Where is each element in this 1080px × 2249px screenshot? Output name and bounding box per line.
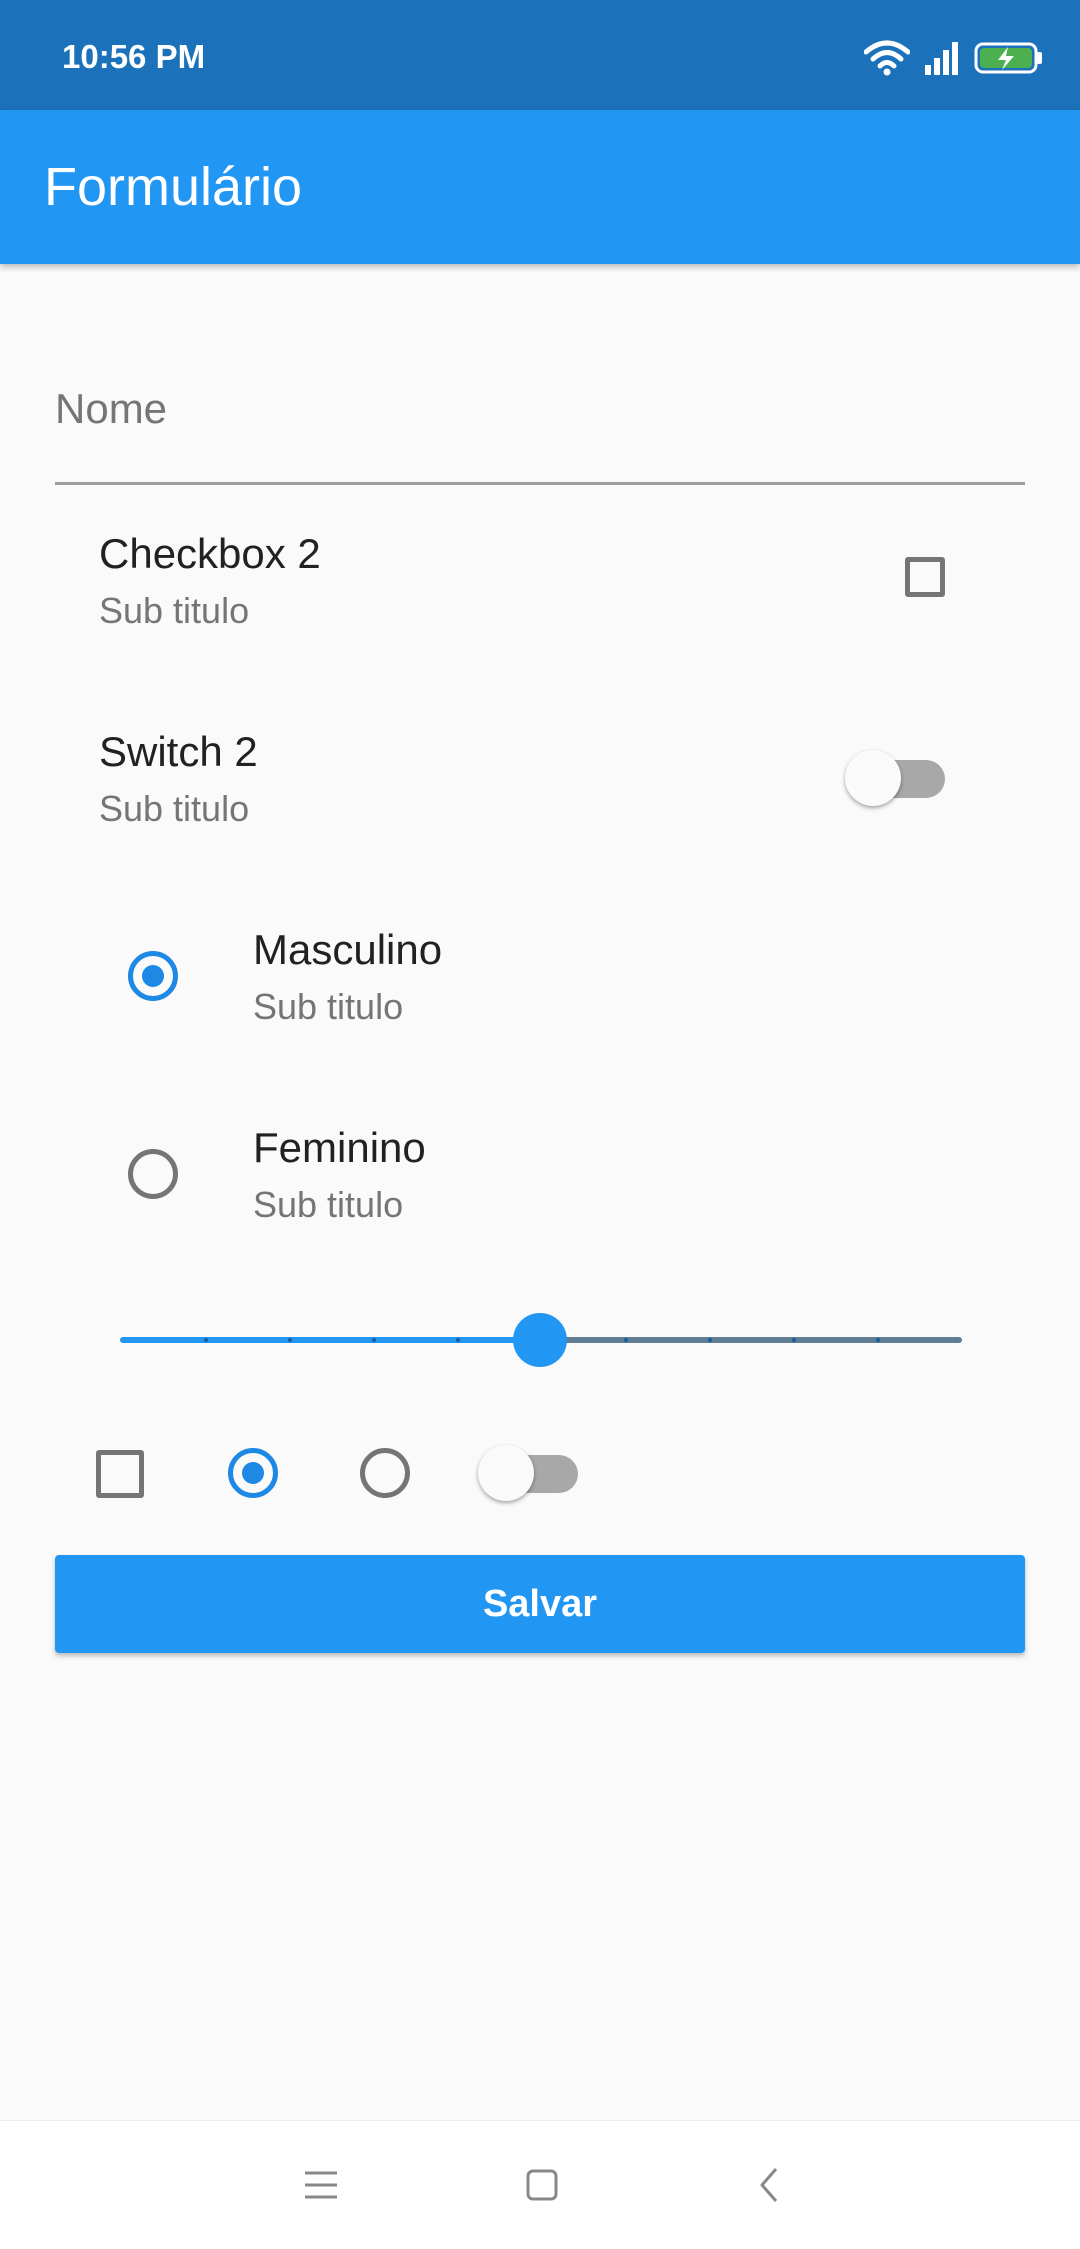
- checkbox-tile-subtitle: Sub titulo: [99, 590, 250, 631]
- switch-thumb: [845, 750, 901, 806]
- radio-feminino-subtitle: Sub titulo: [253, 1184, 404, 1225]
- slider-tick: [624, 1338, 628, 1342]
- switch-tile-subtitle: Sub titulo: [99, 788, 250, 829]
- slider-tick: [288, 1338, 292, 1342]
- inline-radio-unselected[interactable]: [360, 1448, 410, 1498]
- slider-tick: [792, 1338, 796, 1342]
- app-bar: Formulário: [0, 110, 1080, 264]
- save-button[interactable]: Salvar: [55, 1555, 1025, 1653]
- radio-list-tile-masculino[interactable]: Masculino Sub titulo: [0, 916, 1080, 1046]
- status-icons: [864, 36, 1044, 80]
- checkbox-list-tile[interactable]: Checkbox 2 Sub titulo: [0, 520, 1080, 650]
- checkbox-tile-title: Checkbox 2: [99, 530, 321, 577]
- status-time: 10:56 PM: [62, 38, 206, 75]
- slider-tick: [456, 1338, 460, 1342]
- signal-icon: [925, 42, 958, 75]
- slider-tick: [876, 1338, 880, 1342]
- inline-checkbox[interactable]: [96, 1450, 144, 1498]
- slider-tick: [708, 1338, 712, 1342]
- navigation-bar: [0, 2120, 1080, 2249]
- name-input[interactable]: [55, 374, 1025, 444]
- radio-list-tile-feminino[interactable]: Feminino Sub titulo: [0, 1114, 1080, 1244]
- switch-tile-title: Switch 2: [99, 728, 258, 775]
- radio-feminino[interactable]: [128, 1149, 178, 1199]
- wifi-icon: [864, 40, 910, 76]
- slider-tick: [372, 1338, 376, 1342]
- menu-icon[interactable]: [291, 2155, 351, 2215]
- battery-charging-icon: [974, 42, 1042, 74]
- switch-thumb: [478, 1445, 534, 1501]
- radio-masculino[interactable]: [128, 951, 178, 1001]
- radio-feminino-title: Feminino: [253, 1124, 426, 1171]
- checkbox-2[interactable]: [905, 557, 945, 597]
- slider-thumb[interactable]: [513, 1313, 567, 1367]
- back-icon[interactable]: [740, 2155, 800, 2215]
- radio-masculino-subtitle: Sub titulo: [253, 986, 404, 1027]
- switch-list-tile[interactable]: Switch 2 Sub titulo: [0, 718, 1080, 848]
- radio-masculino-title: Masculino: [253, 926, 443, 973]
- page-title: Formulário: [44, 157, 303, 217]
- slider[interactable]: [120, 1310, 962, 1370]
- inline-radio-selected[interactable]: [228, 1448, 278, 1498]
- name-field[interactable]: [55, 360, 1025, 485]
- slider-track-inactive: [540, 1337, 962, 1343]
- home-square-icon[interactable]: [512, 2155, 572, 2215]
- status-bar: 10:56 PM: [0, 0, 1080, 110]
- switch-2[interactable]: [845, 750, 945, 806]
- slider-track-active: [120, 1337, 540, 1343]
- inline-switch[interactable]: [478, 1445, 578, 1501]
- slider-tick: [204, 1338, 208, 1342]
